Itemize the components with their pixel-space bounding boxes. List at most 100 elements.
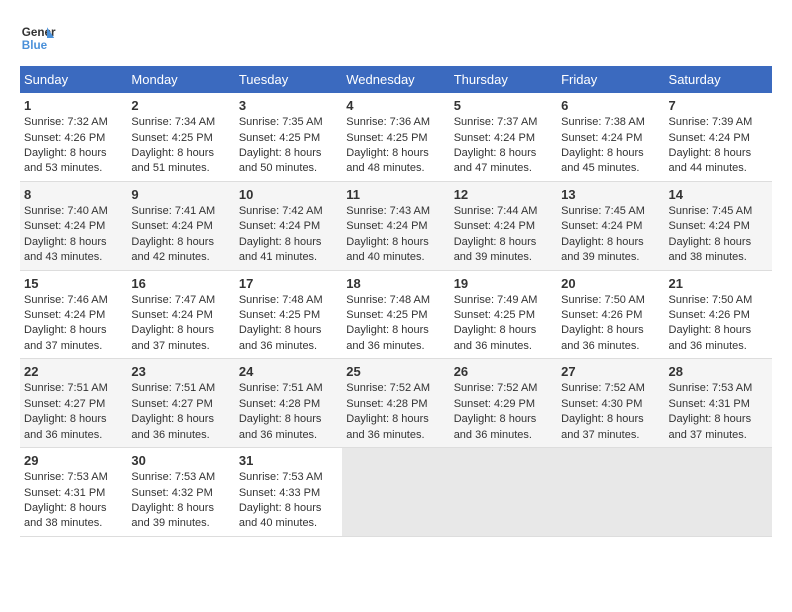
sunset-line: Sunset: 4:24 PM: [131, 219, 230, 234]
sunset-line: Sunset: 4:25 PM: [131, 131, 230, 146]
day-number: 6: [561, 97, 660, 115]
calendar-cell: 11Sunrise: 7:43 AMSunset: 4:24 PMDayligh…: [342, 181, 449, 270]
calendar-cell: 30Sunrise: 7:53 AMSunset: 4:32 PMDayligh…: [127, 448, 234, 537]
sunset-line: Sunset: 4:31 PM: [24, 486, 123, 501]
sunset-line: Sunset: 4:24 PM: [131, 308, 230, 323]
calendar-cell: 5Sunrise: 7:37 AMSunset: 4:24 PMDaylight…: [450, 93, 557, 181]
sunrise-line: Sunrise: 7:51 AM: [239, 381, 338, 396]
daylight-line: Daylight: 8 hours and 42 minutes.: [131, 235, 230, 266]
sunrise-line: Sunrise: 7:44 AM: [454, 204, 553, 219]
sunrise-line: Sunrise: 7:53 AM: [669, 381, 768, 396]
sunset-line: Sunset: 4:24 PM: [454, 219, 553, 234]
logo: General Blue: [20, 20, 56, 56]
daylight-line: Daylight: 8 hours and 37 minutes.: [24, 323, 123, 354]
daylight-line: Daylight: 8 hours and 37 minutes.: [131, 323, 230, 354]
sunrise-line: Sunrise: 7:43 AM: [346, 204, 445, 219]
sunset-line: Sunset: 4:27 PM: [131, 397, 230, 412]
day-header: Thursday: [450, 66, 557, 93]
daylight-line: Daylight: 8 hours and 39 minutes.: [131, 501, 230, 532]
day-number: 22: [24, 363, 123, 381]
day-number: 31: [239, 452, 338, 470]
day-number: 29: [24, 452, 123, 470]
sunset-line: Sunset: 4:26 PM: [669, 308, 768, 323]
calendar-cell: 3Sunrise: 7:35 AMSunset: 4:25 PMDaylight…: [235, 93, 342, 181]
calendar-week-row: 1Sunrise: 7:32 AMSunset: 4:26 PMDaylight…: [20, 93, 772, 181]
calendar-cell: 8Sunrise: 7:40 AMSunset: 4:24 PMDaylight…: [20, 181, 127, 270]
calendar-cell: [557, 448, 664, 537]
calendar-cell: 22Sunrise: 7:51 AMSunset: 4:27 PMDayligh…: [20, 359, 127, 448]
daylight-line: Daylight: 8 hours and 38 minutes.: [24, 501, 123, 532]
sunset-line: Sunset: 4:24 PM: [669, 131, 768, 146]
sunset-line: Sunset: 4:25 PM: [346, 131, 445, 146]
calendar-cell: 10Sunrise: 7:42 AMSunset: 4:24 PMDayligh…: [235, 181, 342, 270]
sunset-line: Sunset: 4:31 PM: [669, 397, 768, 412]
day-number: 3: [239, 97, 338, 115]
daylight-line: Daylight: 8 hours and 47 minutes.: [454, 146, 553, 177]
daylight-line: Daylight: 8 hours and 39 minutes.: [454, 235, 553, 266]
sunset-line: Sunset: 4:24 PM: [24, 308, 123, 323]
sunset-line: Sunset: 4:29 PM: [454, 397, 553, 412]
sunrise-line: Sunrise: 7:47 AM: [131, 293, 230, 308]
sunset-line: Sunset: 4:24 PM: [561, 219, 660, 234]
day-header: Friday: [557, 66, 664, 93]
calendar-cell: 18Sunrise: 7:48 AMSunset: 4:25 PMDayligh…: [342, 270, 449, 359]
sunrise-line: Sunrise: 7:42 AM: [239, 204, 338, 219]
calendar-cell: 21Sunrise: 7:50 AMSunset: 4:26 PMDayligh…: [665, 270, 772, 359]
header-row: SundayMondayTuesdayWednesdayThursdayFrid…: [20, 66, 772, 93]
page-header: General Blue: [20, 20, 772, 56]
daylight-line: Daylight: 8 hours and 38 minutes.: [669, 235, 768, 266]
day-number: 25: [346, 363, 445, 381]
daylight-line: Daylight: 8 hours and 41 minutes.: [239, 235, 338, 266]
sunrise-line: Sunrise: 7:48 AM: [239, 293, 338, 308]
sunset-line: Sunset: 4:24 PM: [669, 219, 768, 234]
sunrise-line: Sunrise: 7:36 AM: [346, 115, 445, 130]
day-number: 19: [454, 275, 553, 293]
day-number: 18: [346, 275, 445, 293]
day-number: 8: [24, 186, 123, 204]
sunrise-line: Sunrise: 7:39 AM: [669, 115, 768, 130]
sunset-line: Sunset: 4:24 PM: [346, 219, 445, 234]
daylight-line: Daylight: 8 hours and 43 minutes.: [24, 235, 123, 266]
calendar-cell: 12Sunrise: 7:44 AMSunset: 4:24 PMDayligh…: [450, 181, 557, 270]
day-number: 7: [669, 97, 768, 115]
calendar-cell: 27Sunrise: 7:52 AMSunset: 4:30 PMDayligh…: [557, 359, 664, 448]
day-number: 26: [454, 363, 553, 381]
day-header: Sunday: [20, 66, 127, 93]
calendar-cell: 31Sunrise: 7:53 AMSunset: 4:33 PMDayligh…: [235, 448, 342, 537]
calendar-cell: 15Sunrise: 7:46 AMSunset: 4:24 PMDayligh…: [20, 270, 127, 359]
sunrise-line: Sunrise: 7:37 AM: [454, 115, 553, 130]
calendar-cell: 20Sunrise: 7:50 AMSunset: 4:26 PMDayligh…: [557, 270, 664, 359]
daylight-line: Daylight: 8 hours and 51 minutes.: [131, 146, 230, 177]
calendar-cell: 17Sunrise: 7:48 AMSunset: 4:25 PMDayligh…: [235, 270, 342, 359]
sunset-line: Sunset: 4:25 PM: [346, 308, 445, 323]
calendar-cell: 6Sunrise: 7:38 AMSunset: 4:24 PMDaylight…: [557, 93, 664, 181]
daylight-line: Daylight: 8 hours and 39 minutes.: [561, 235, 660, 266]
sunrise-line: Sunrise: 7:45 AM: [669, 204, 768, 219]
day-number: 23: [131, 363, 230, 381]
calendar-cell: 26Sunrise: 7:52 AMSunset: 4:29 PMDayligh…: [450, 359, 557, 448]
sunset-line: Sunset: 4:26 PM: [24, 131, 123, 146]
svg-text:Blue: Blue: [22, 39, 48, 52]
sunrise-line: Sunrise: 7:40 AM: [24, 204, 123, 219]
sunrise-line: Sunrise: 7:53 AM: [131, 470, 230, 485]
sunrise-line: Sunrise: 7:46 AM: [24, 293, 123, 308]
day-number: 17: [239, 275, 338, 293]
daylight-line: Daylight: 8 hours and 37 minutes.: [561, 412, 660, 443]
sunset-line: Sunset: 4:25 PM: [239, 308, 338, 323]
day-number: 13: [561, 186, 660, 204]
sunset-line: Sunset: 4:24 PM: [24, 219, 123, 234]
sunset-line: Sunset: 4:33 PM: [239, 486, 338, 501]
daylight-line: Daylight: 8 hours and 36 minutes.: [454, 323, 553, 354]
sunset-line: Sunset: 4:32 PM: [131, 486, 230, 501]
calendar-cell: 16Sunrise: 7:47 AMSunset: 4:24 PMDayligh…: [127, 270, 234, 359]
logo-icon: General Blue: [20, 20, 56, 56]
day-number: 21: [669, 275, 768, 293]
sunrise-line: Sunrise: 7:50 AM: [561, 293, 660, 308]
day-number: 9: [131, 186, 230, 204]
sunrise-line: Sunrise: 7:51 AM: [24, 381, 123, 396]
daylight-line: Daylight: 8 hours and 36 minutes.: [346, 323, 445, 354]
calendar-week-row: 22Sunrise: 7:51 AMSunset: 4:27 PMDayligh…: [20, 359, 772, 448]
sunset-line: Sunset: 4:25 PM: [454, 308, 553, 323]
day-number: 5: [454, 97, 553, 115]
daylight-line: Daylight: 8 hours and 36 minutes.: [346, 412, 445, 443]
